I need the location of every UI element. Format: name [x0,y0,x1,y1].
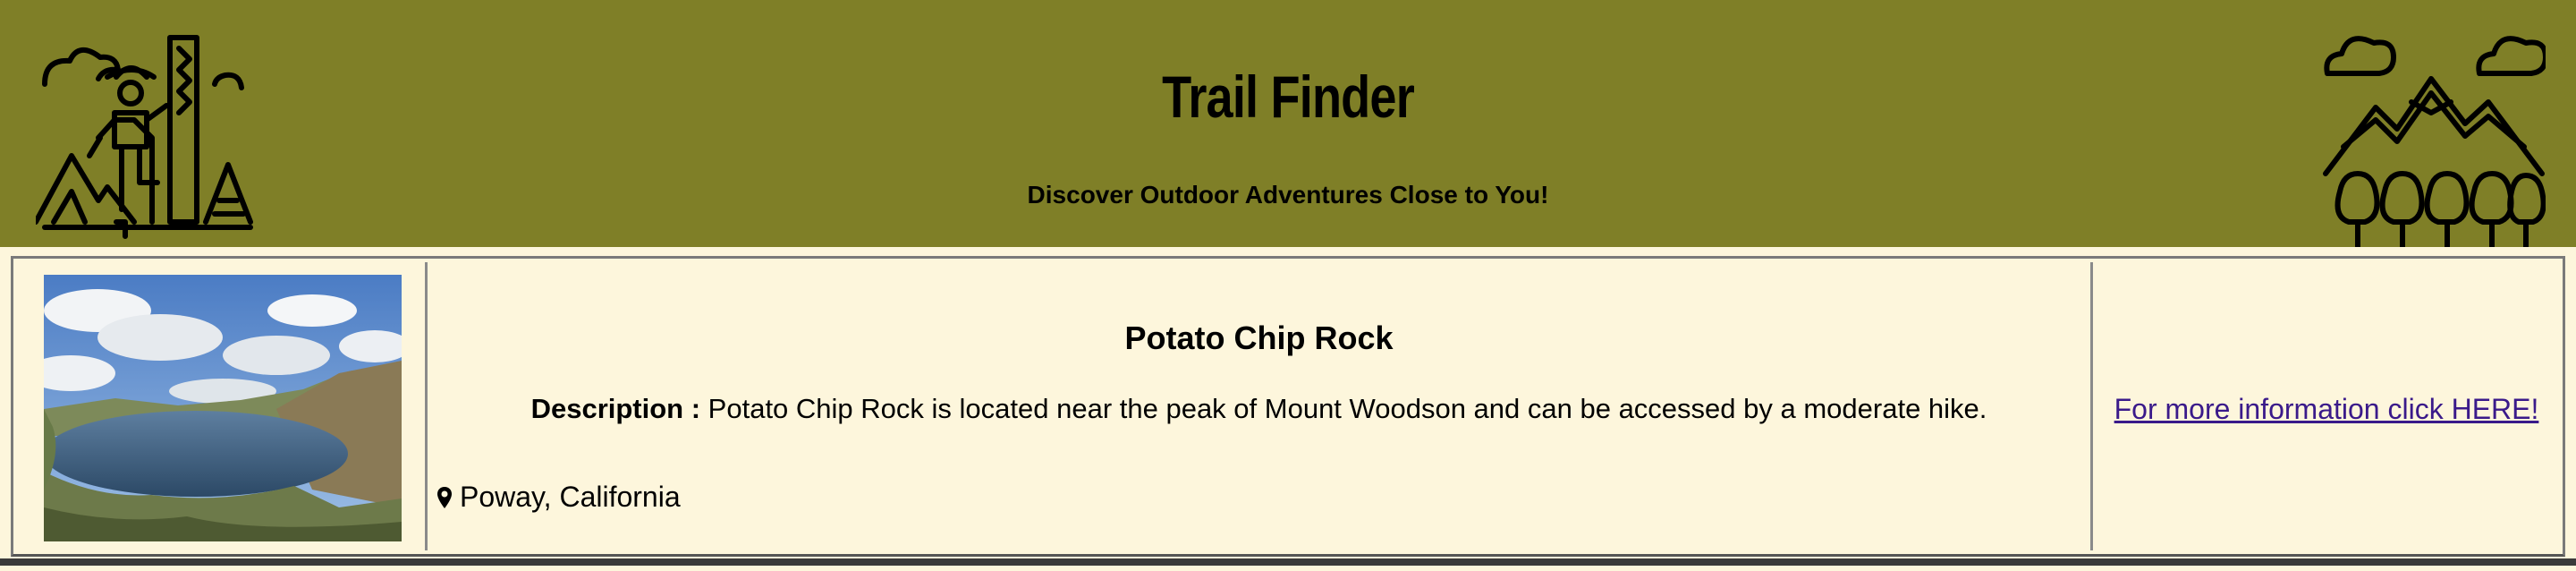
site-title: Trail Finder [1162,64,1415,130]
site-tagline: Discover Outdoor Adventures Close to You… [1027,181,1549,209]
trail-info-cell: Potato Chip Rock Description : Potato Ch… [425,262,2093,550]
trail-location: Poway, California [436,481,681,514]
trail-card: Potato Chip Rock Description : Potato Ch… [11,256,2565,557]
mountains-forest-icon [2323,36,2546,247]
hiker-climbing-icon [36,35,253,239]
description-label: Description : [530,393,701,424]
page-bottom-border [0,558,2576,566]
trail-photo-cell [17,262,425,550]
trail-photo [44,275,402,541]
site-header: Trail Finder Discover Outdoor Adventures… [0,0,2576,247]
trail-link-cell: For more information click HERE! [2093,262,2560,550]
trail-name: Potato Chip Rock [1124,320,1394,356]
location-text: Poway, California [460,481,681,513]
trail-description: Description : Potato Chip Rock is locate… [428,393,2090,425]
more-info-link[interactable]: For more information click HERE! [2093,393,2560,426]
description-text: Potato Chip Rock is located near the pea… [708,393,1987,424]
map-marker-icon [437,486,452,508]
